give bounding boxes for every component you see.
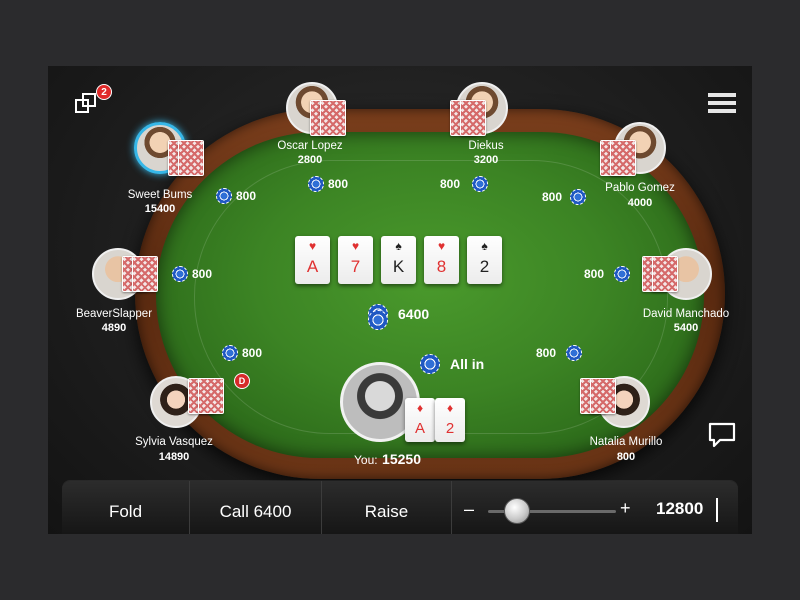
- player-chips-diekus: 3200: [473, 154, 499, 166]
- bet-chip-david-manchado: [614, 266, 630, 282]
- card-rank: K: [392, 257, 405, 276]
- card-rank: 2: [479, 257, 490, 276]
- board-card: ♥ 7: [338, 236, 373, 284]
- card-rank: 2: [445, 420, 455, 437]
- bet-amount-david-manchado: 800: [584, 267, 605, 281]
- your-card: ♦ A: [405, 398, 435, 442]
- player-chips-sweet-bums: 15400: [144, 203, 176, 215]
- increase-raise-button[interactable]: +: [620, 498, 631, 519]
- hole-card-back: [652, 256, 678, 292]
- you-label: You:: [354, 453, 378, 467]
- poker-table-screen: 2 Oscar Lopez 2800 Diekus 3200 Sweet Bum…: [48, 66, 752, 534]
- bet-chip-natalia-murillo: [566, 345, 582, 361]
- player-chips-sylvia-vasquez: 14890: [158, 451, 190, 463]
- decrease-raise-button[interactable]: –: [464, 499, 474, 520]
- board-card: ♠ K: [381, 236, 416, 284]
- player-name-pablo-gomez: Pablo Gomez: [605, 182, 675, 194]
- raise-button[interactable]: Raise: [322, 481, 452, 534]
- player-chips-oscar-lopez: 2800: [297, 154, 323, 166]
- card-suit: ♥: [308, 239, 317, 253]
- bet-amount-pablo-gomez: 800: [542, 190, 563, 204]
- hole-card-back: [132, 256, 158, 292]
- board-card: ♥ A: [295, 236, 330, 284]
- player-name-diekus: Diekus: [468, 140, 504, 152]
- menu-icon[interactable]: [708, 92, 736, 116]
- player-name-beaverslapper: BeaverSlapper: [75, 308, 153, 320]
- player-chips-natalia-murillo: 800: [616, 451, 636, 463]
- dealer-button: D: [234, 373, 250, 389]
- text-caret: [716, 498, 718, 522]
- card-suit: ♠: [481, 239, 488, 253]
- card-suit: ♥: [437, 239, 446, 253]
- your-card: ♦ 2: [435, 398, 465, 442]
- hamburger-icon: [708, 93, 736, 113]
- bet-chip-pablo-gomez: [570, 189, 586, 205]
- bet-amount-oscar-lopez: 800: [328, 177, 349, 191]
- bet-amount-sylvia-vasquez: 800: [242, 346, 263, 360]
- board-card: ♠ 2: [467, 236, 502, 284]
- raise-slider-handle[interactable]: [504, 498, 530, 524]
- action-bar: Fold Call 6400 Raise: [62, 481, 738, 534]
- player-name-sweet-bums: Sweet Bums: [127, 189, 193, 201]
- pot-amount: 6400: [398, 306, 430, 322]
- pot-chip-stack: [368, 310, 388, 330]
- player-name-natalia-murillo: Natalia Murillo: [589, 436, 663, 448]
- fold-button[interactable]: Fold: [62, 481, 190, 534]
- card-suit: ♠: [395, 239, 402, 253]
- player-name-sylvia-vasquez: Sylvia Vasquez: [135, 436, 213, 448]
- hole-card-back: [460, 100, 486, 136]
- bet-amount-natalia-murillo: 800: [536, 346, 557, 360]
- player-chips-beaverslapper: 4890: [101, 322, 127, 334]
- bet-amount-diekus: 800: [440, 177, 461, 191]
- your-chips: 15250: [382, 451, 421, 467]
- bet-chip-sylvia-vasquez: [222, 345, 238, 361]
- player-chips-pablo-gomez: 4000: [627, 197, 653, 209]
- chat-button[interactable]: [708, 422, 736, 448]
- your-action-label: All in: [450, 356, 485, 372]
- bet-amount-beaverslapper: 800: [192, 267, 213, 281]
- hole-card-back: [590, 378, 616, 414]
- notification-badge: 2: [96, 84, 112, 100]
- card-rank: 8: [436, 257, 447, 276]
- bet-chip-beaverslapper: [172, 266, 188, 282]
- card-rank: A: [306, 257, 319, 276]
- bet-chip-sweet-bums: [216, 188, 232, 204]
- hole-card-back: [320, 100, 346, 136]
- card-suit: ♦: [416, 401, 424, 415]
- your-bet-chip: [420, 354, 440, 374]
- your-seat-label: You: 15250: [354, 451, 421, 469]
- bet-chip-diekus: [472, 176, 488, 192]
- bet-amount-sweet-bums: 800: [236, 189, 257, 203]
- card-suit: ♦: [446, 401, 454, 415]
- card-rank: A: [414, 420, 425, 437]
- bet-chip-oscar-lopez: [308, 176, 324, 192]
- hole-card-back: [178, 140, 204, 176]
- hole-card-back: [610, 140, 636, 176]
- card-rank: 7: [350, 257, 361, 276]
- hole-card-back: [198, 378, 224, 414]
- player-chips-david-manchado: 5400: [673, 322, 699, 334]
- tables-switcher-icon[interactable]: 2: [74, 84, 112, 118]
- player-name-oscar-lopez: Oscar Lopez: [277, 140, 343, 152]
- board-card: ♥ 8: [424, 236, 459, 284]
- card-suit: ♥: [351, 239, 360, 253]
- call-button[interactable]: Call 6400: [190, 481, 322, 534]
- raise-amount-input[interactable]: 12800: [656, 499, 703, 519]
- chat-bubble-icon: [708, 422, 736, 448]
- player-name-david-manchado: David Manchado: [642, 308, 730, 320]
